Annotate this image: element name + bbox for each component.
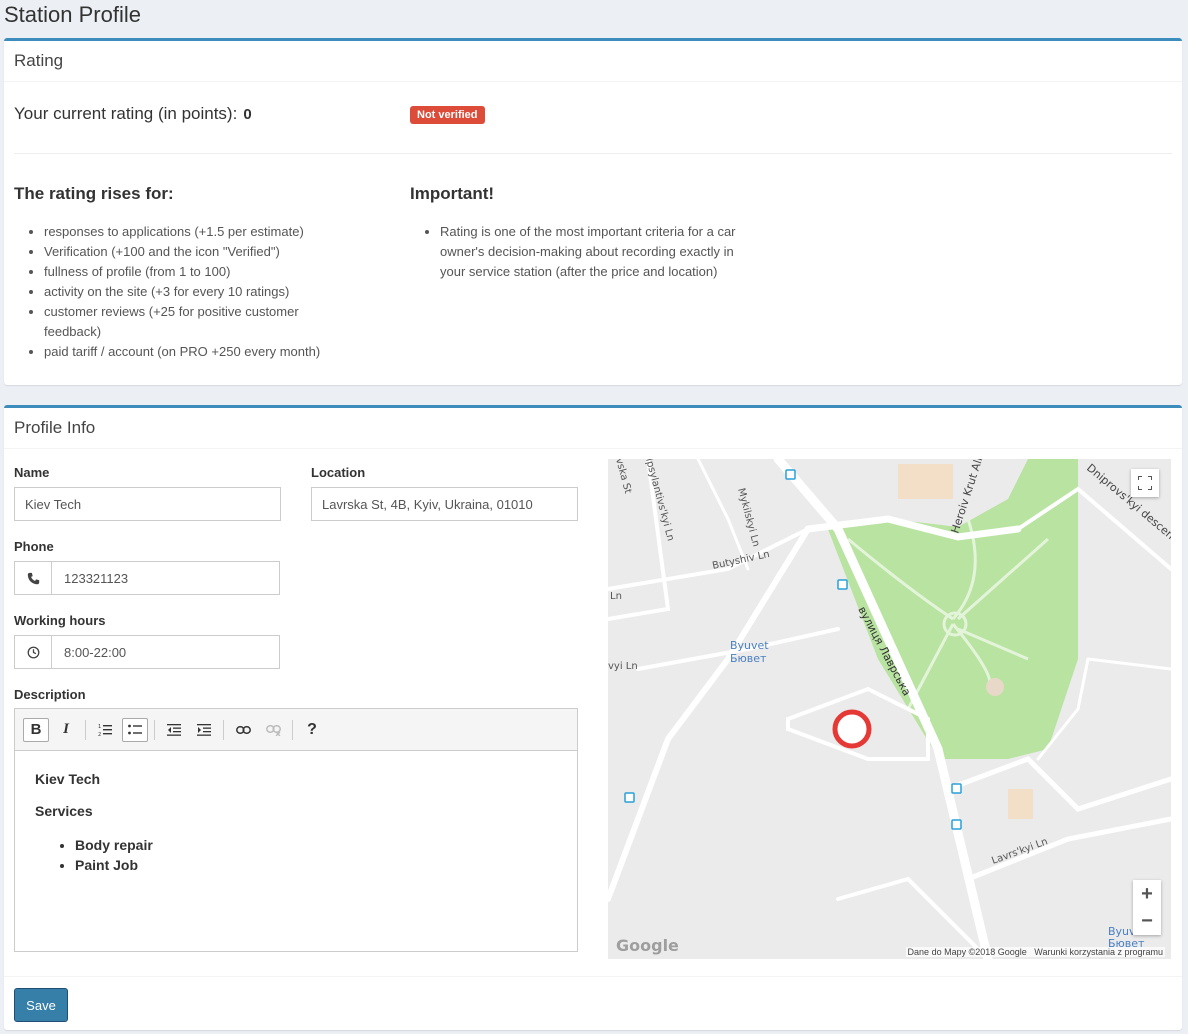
list-item: customer reviews (+25 for positive custo…: [44, 302, 344, 342]
hours-group: 8:00-22:00: [14, 635, 280, 669]
location-map[interactable]: вулиця Лаврська Heroiv Krut Alley Dnipro…: [608, 459, 1171, 959]
bold-button[interactable]: B: [23, 717, 49, 742]
map-attribution: Dane do Mapy ©2018 Google Warunki korzys…: [905, 947, 1165, 957]
important-title: Important!: [410, 184, 495, 203]
profile-header: Profile Info: [4, 408, 1182, 449]
bus-stop-icon: [951, 783, 962, 794]
save-button[interactable]: Save: [14, 988, 68, 1022]
current-rating-value: 0: [243, 106, 252, 123]
fullscreen-icon[interactable]: [1131, 469, 1159, 497]
map-label: Бювет: [730, 652, 767, 665]
clock-icon: [14, 635, 51, 669]
toolbar-separator: [292, 719, 293, 740]
map-label: Ln: [610, 591, 622, 602]
phone-icon: [14, 561, 51, 595]
zoom-controls: + −: [1133, 880, 1161, 935]
zoom-out-button[interactable]: −: [1141, 908, 1153, 935]
svg-text:1: 1: [98, 724, 101, 730]
description-subtitle: Services: [35, 803, 93, 819]
rises-list: responses to applications (+1.5 per esti…: [4, 222, 344, 362]
phone-input[interactable]: 123321123: [51, 561, 280, 595]
footer-divider: [4, 976, 1182, 977]
bus-stop-icon: [951, 819, 962, 830]
rating-header: Rating: [4, 41, 1182, 82]
editor-content[interactable]: Kiev Tech Services Body repair Paint Job: [15, 751, 577, 895]
editor-toolbar: B I 12 ?: [15, 709, 577, 751]
ordered-list-icon[interactable]: 12: [92, 718, 118, 742]
list-item: responses to applications (+1.5 per esti…: [44, 222, 344, 242]
current-rating-label: Your current rating (in points):: [14, 104, 238, 123]
svg-text:2: 2: [98, 732, 101, 737]
bus-stop-icon: [837, 579, 848, 590]
italic-button[interactable]: I: [53, 718, 79, 742]
rating-panel: Rating Your current rating (in points): 0…: [4, 38, 1182, 385]
hours-input[interactable]: 8:00-22:00: [51, 635, 280, 669]
divider: [14, 153, 1172, 154]
unlink-icon[interactable]: [260, 718, 286, 742]
name-input[interactable]: Kiev Tech: [14, 487, 281, 521]
description-label: Description: [14, 687, 86, 702]
toolbar-separator: [154, 719, 155, 740]
location-label: Location: [311, 465, 366, 480]
zoom-in-button[interactable]: +: [1141, 881, 1153, 908]
map-terms-link[interactable]: Warunki korzystania z programu: [1034, 947, 1163, 957]
rises-title: The rating rises for:: [14, 184, 174, 203]
google-logo: Google: [616, 936, 679, 955]
list-item: Body repair: [75, 835, 557, 855]
verification-badge: Not verified: [410, 106, 485, 124]
important-list: Rating is one of the most important crit…: [400, 222, 740, 282]
name-label: Name: [14, 465, 50, 480]
map-canvas: вулиця Лаврська Heroiv Krut Alley Dnipro…: [608, 459, 1171, 959]
location-input[interactable]: Lavrska St, 4B, Kyiv, Ukraina, 01010: [311, 487, 578, 521]
list-item: paid tariff / account (on PRO +250 every…: [44, 342, 344, 362]
description-editor: B I 12 ? Kiev Tech Services • Body repai…: [14, 708, 578, 952]
toolbar-separator: [223, 719, 224, 740]
list-item: Paint Job: [75, 855, 557, 875]
hours-label: Working hours: [14, 613, 106, 628]
description-title: Kiev Tech: [35, 771, 101, 787]
phone-label: Phone: [14, 539, 54, 554]
list-item: Rating is one of the most important crit…: [440, 222, 740, 282]
location-marker-icon[interactable]: [832, 709, 872, 749]
help-button[interactable]: ?: [299, 718, 325, 742]
map-copyright: Dane do Mapy ©2018 Google: [907, 947, 1027, 957]
bus-stop-icon: [785, 469, 796, 480]
list-item: fullness of profile (from 1 to 100): [44, 262, 344, 282]
page-title: Station Profile: [4, 2, 141, 27]
phone-group: 123321123: [14, 561, 280, 595]
map-label: Byuvet: [730, 639, 769, 652]
profile-panel: Profile Info Name Kiev Tech Location Lav…: [4, 405, 1182, 1030]
list-item: Verification (+100 and the icon "Verifie…: [44, 242, 344, 262]
link-icon[interactable]: [230, 718, 256, 742]
outdent-icon[interactable]: [161, 718, 187, 742]
toolbar-separator: [85, 719, 86, 740]
bus-stop-icon: [624, 792, 635, 803]
indent-icon[interactable]: [191, 718, 217, 742]
bullet-list-icon[interactable]: [122, 717, 148, 742]
services-list: Body repair Paint Job: [35, 835, 557, 875]
map-label: vyi Ln: [608, 661, 638, 672]
current-rating: Your current rating (in points): 0: [14, 104, 252, 124]
list-item: activity on the site (+3 for every 10 ra…: [44, 282, 344, 302]
